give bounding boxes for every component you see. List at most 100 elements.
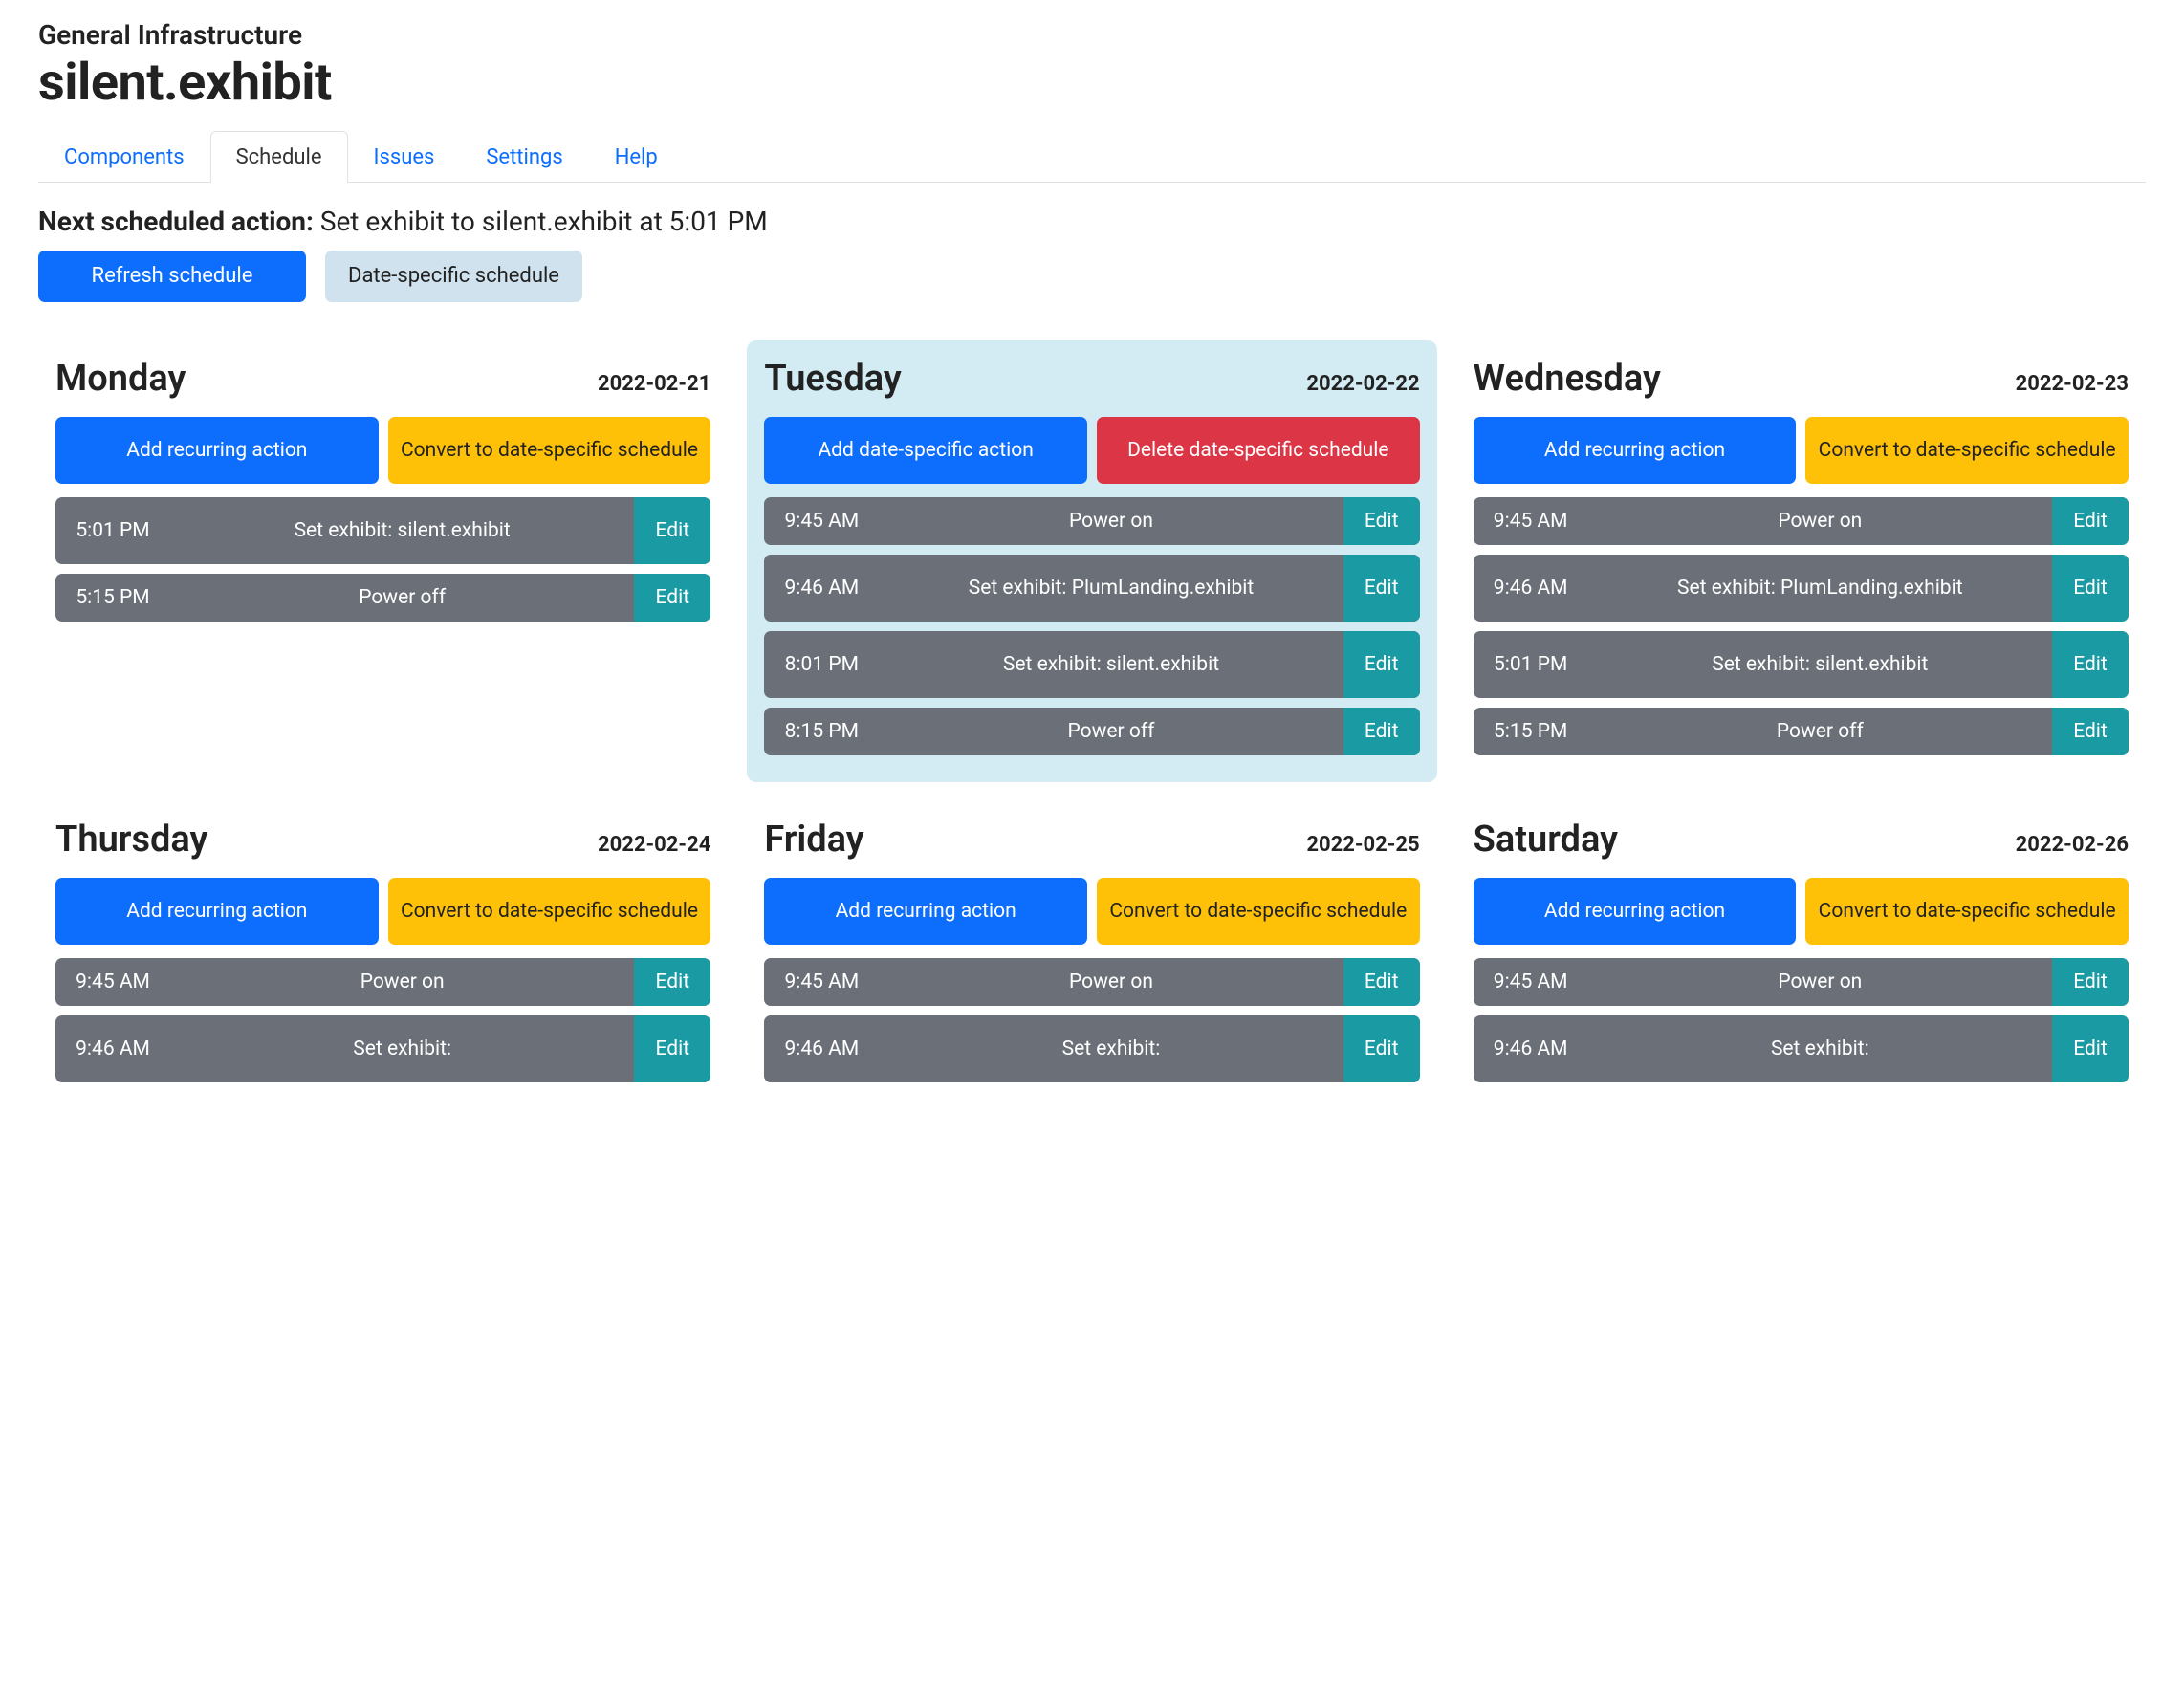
schedule-action-row: 5:01 PMSet exhibit: silent.exhibitEdit (55, 497, 710, 564)
add-recurring-button[interactable]: Add recurring action (55, 417, 379, 484)
date-specific-schedule-button[interactable]: Date-specific schedule (325, 251, 582, 302)
action-time: 9:46 AM (1474, 555, 1588, 622)
day-name: Thursday (55, 819, 207, 861)
schedule-action-row: 9:46 AMSet exhibit: PlumLanding.exhibitE… (764, 555, 1419, 622)
action-description: Power off (170, 574, 634, 622)
day-date: 2022-02-21 (598, 372, 710, 396)
day-card-thursday: Thursday 2022-02-24 Add recurring actionCo… (38, 801, 728, 1109)
action-time: 5:15 PM (55, 574, 170, 622)
edit-action-button[interactable]: Edit (2052, 631, 2129, 698)
convert-button[interactable]: Convert to date-specific schedule (388, 878, 711, 945)
convert-button[interactable]: Convert to date-specific schedule (1097, 878, 1420, 945)
schedule-action-row: 9:45 AMPower onEdit (1474, 497, 2129, 545)
day-card-wednesday: Wednesday2022-02-23 Add recurring actionC… (1456, 340, 2146, 782)
day-header: Friday2022-02-25 (764, 819, 1419, 861)
edit-action-button[interactable]: Edit (2052, 958, 2129, 1006)
day-date: 2022-02-23 (2016, 372, 2129, 396)
action-time: 5:15 PM (1474, 708, 1588, 755)
day-buttons: Add recurring actionConvert to date-spec… (55, 417, 710, 484)
day-card-friday: Friday2022-02-25 Add recurring actionConv… (747, 801, 1436, 1109)
tab-issues[interactable]: Issues (348, 131, 461, 183)
edit-action-button[interactable]: Edit (1343, 497, 1420, 545)
tab-settings[interactable]: Settings (460, 131, 588, 183)
next-action-text: Set exhibit to silent.exhibit at 5:01 PM (320, 206, 768, 237)
day-name: Tuesday (764, 358, 901, 400)
edit-action-button[interactable]: Edit (634, 958, 710, 1006)
day-card-tuesday: Tuesday2022-02-22Add date-specific actio… (747, 340, 1436, 782)
add-recurring-button[interactable]: Add recurring action (55, 878, 379, 945)
convert-button[interactable]: Convert to date-specific schedule (1805, 417, 2129, 484)
action-description: Set exhibit: PlumLanding.exhibit (879, 555, 1343, 622)
day-buttons: Add date-specific actionDelete date-spec… (764, 417, 1419, 484)
refresh-schedule-button[interactable]: Refresh schedule (38, 251, 306, 302)
action-description: Power on (879, 958, 1343, 1006)
day-date: 2022-02-24 (598, 833, 710, 857)
day-buttons: Add recurring actionConvert to date-spec… (1474, 417, 2129, 484)
schedule-action-row: 9:45 AMPower onEdit (1474, 958, 2129, 1006)
day-date: 2022-02-26 (2016, 833, 2129, 857)
edit-action-button[interactable]: Edit (2052, 497, 2129, 545)
schedule-action-row: 5:15 PMPower offEdit (1474, 708, 2129, 755)
edit-action-button[interactable]: Edit (1343, 555, 1420, 622)
action-description: Set exhibit: silent.exhibit (1588, 631, 2052, 698)
add-recurring-button[interactable]: Add recurring action (1474, 417, 1797, 484)
schedule-action-row: 8:01 PMSet exhibit: silent.exhibitEdit (764, 631, 1419, 698)
schedule-action-row: 9:46 AMSet exhibit:Edit (55, 1015, 710, 1082)
schedule-action-row: 5:01 PMSet exhibit: silent.exhibitEdit (1474, 631, 2129, 698)
add-recurring-button[interactable]: Add recurring action (1474, 878, 1797, 945)
edit-action-button[interactable]: Edit (1343, 1015, 1420, 1082)
action-description: Set exhibit: silent.exhibit (170, 497, 634, 564)
day-header: Saturday 2022-02-26 (1474, 819, 2129, 861)
schedule-action-row: 8:15 PMPower offEdit (764, 708, 1419, 755)
tab-components[interactable]: Components (38, 131, 210, 183)
edit-action-button[interactable]: Edit (2052, 555, 2129, 622)
edit-action-button[interactable]: Edit (1343, 631, 1420, 698)
tab-schedule[interactable]: Schedule (210, 131, 348, 183)
edit-action-button[interactable]: Edit (1343, 708, 1420, 755)
schedule-action-row: 9:46 AMSet exhibit:Edit (1474, 1015, 2129, 1082)
action-description: Set exhibit: silent.exhibit (879, 631, 1343, 698)
day-header: Monday 2022-02-21 (55, 358, 710, 400)
schedule-action-row: 9:45 AMPower onEdit (764, 958, 1419, 1006)
add-recurring-button[interactable]: Add recurring action (764, 878, 1087, 945)
action-description: Power on (170, 958, 634, 1006)
edit-action-button[interactable]: Edit (634, 497, 710, 564)
action-time: 9:45 AM (1474, 497, 1588, 545)
edit-action-button[interactable]: Edit (634, 1015, 710, 1082)
edit-action-button[interactable]: Edit (634, 574, 710, 622)
day-name: Saturday (1474, 819, 1618, 861)
day-header: Thursday 2022-02-24 (55, 819, 710, 861)
action-time: 9:45 AM (1474, 958, 1588, 1006)
action-description: Set exhibit: (170, 1015, 634, 1082)
schedule-action-row: 9:46 AMSet exhibit: PlumLanding.exhibitE… (1474, 555, 2129, 622)
delete-date-specific-button[interactable]: Delete date-specific schedule (1097, 417, 1420, 484)
convert-button[interactable]: Convert to date-specific schedule (1805, 878, 2129, 945)
next-scheduled-action: Next scheduled action: Set exhibit to si… (38, 206, 2146, 237)
day-header: Wednesday2022-02-23 (1474, 358, 2129, 400)
action-description: Power on (879, 497, 1343, 545)
schedule-action-row: 9:45 AMPower onEdit (55, 958, 710, 1006)
action-description: Power off (879, 708, 1343, 755)
day-card-monday: Monday 2022-02-21 Add recurring actionConv… (38, 340, 728, 782)
breadcrumb: General Infrastructure (38, 19, 2146, 51)
action-time: 9:45 AM (764, 958, 879, 1006)
day-buttons: Add recurring actionConvert to date-spec… (764, 878, 1419, 945)
convert-button[interactable]: Convert to date-specific schedule (388, 417, 711, 484)
edit-action-button[interactable]: Edit (1343, 958, 1420, 1006)
day-name: Monday (55, 358, 186, 400)
tab-help[interactable]: Help (589, 131, 684, 183)
edit-action-button[interactable]: Edit (2052, 1015, 2129, 1082)
action-time: 9:46 AM (764, 555, 879, 622)
action-time: 9:46 AM (764, 1015, 879, 1082)
action-time: 9:46 AM (1474, 1015, 1588, 1082)
action-time: 9:45 AM (55, 958, 170, 1006)
add-date-specific-button[interactable]: Add date-specific action (764, 417, 1087, 484)
top-button-row: Refresh schedule Date-specific schedule (38, 251, 2146, 302)
action-description: Power off (1588, 708, 2052, 755)
action-description: Power on (1588, 958, 2052, 1006)
edit-action-button[interactable]: Edit (2052, 708, 2129, 755)
action-time: 9:46 AM (55, 1015, 170, 1082)
schedule-action-row: 5:15 PMPower offEdit (55, 574, 710, 622)
schedule-action-row: 9:45 AMPower onEdit (764, 497, 1419, 545)
day-date: 2022-02-25 (1306, 833, 1419, 857)
